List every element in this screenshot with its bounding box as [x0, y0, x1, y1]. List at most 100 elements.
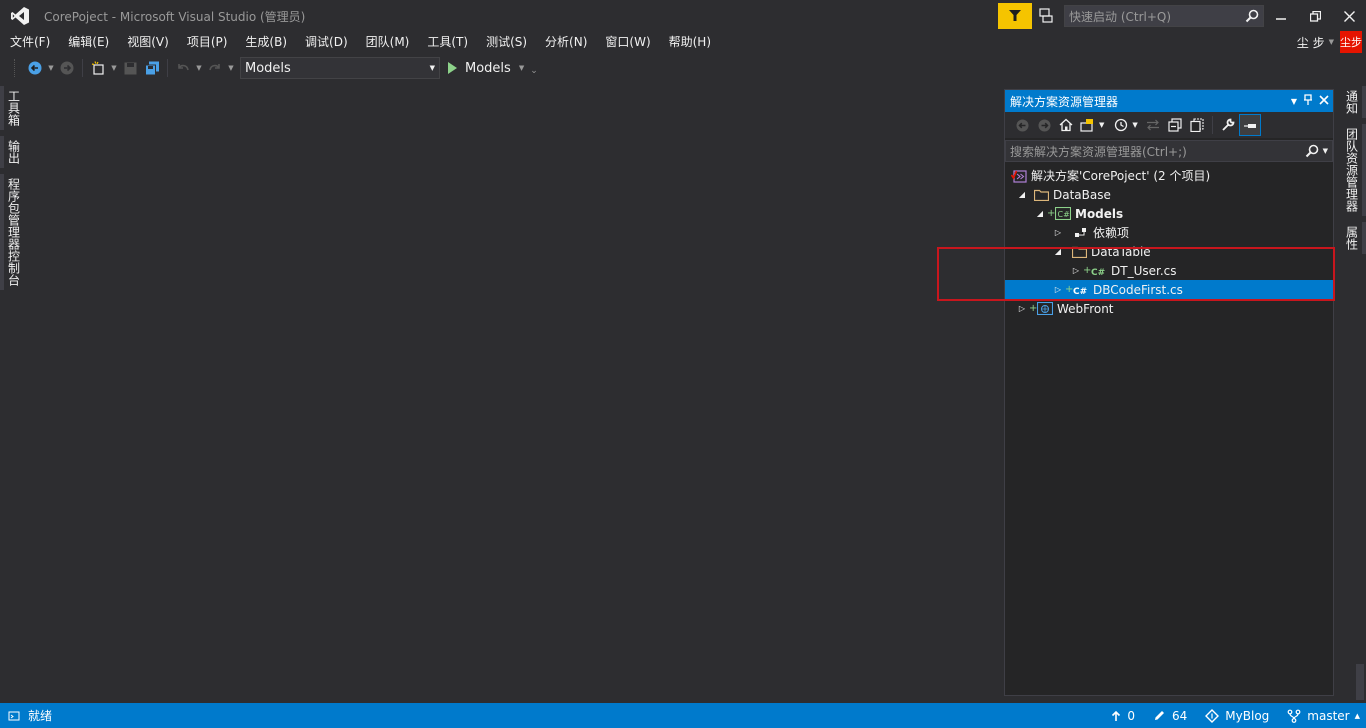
pending-changes-button[interactable]: 64	[1153, 709, 1187, 723]
minimize-button[interactable]	[1264, 2, 1298, 30]
web-project-icon	[1037, 302, 1053, 316]
menu-project[interactable]: 项目(P)	[178, 32, 237, 52]
notification-flag-icon[interactable]	[998, 3, 1032, 29]
package-manager-console-tab[interactable]: 程序包管理器控制台	[0, 174, 22, 290]
tree-item-webfront-project[interactable]: ▷ + WebFront	[1005, 299, 1333, 318]
startup-project-select[interactable]: Models ▼	[240, 57, 440, 79]
quick-launch-input[interactable]: 快速启动 (Ctrl+Q)	[1064, 5, 1264, 27]
window-position-dropdown-icon[interactable]: ▼	[1291, 97, 1297, 106]
svg-text:C#: C#	[1058, 210, 1071, 219]
menu-file[interactable]: 文件(F)	[0, 32, 59, 52]
menu-edit[interactable]: 编辑(E)	[59, 32, 118, 52]
tree-item-label: DT_User.cs	[1111, 263, 1177, 278]
svg-text:C#: C#	[1091, 268, 1105, 277]
preview-selected-items-button[interactable]	[1238, 114, 1261, 136]
repository-button[interactable]: MyBlog	[1205, 709, 1269, 723]
properties-button[interactable]	[1217, 114, 1239, 136]
redo-button[interactable]	[204, 57, 226, 79]
sync-with-document-button[interactable]	[1142, 114, 1164, 136]
forward-button[interactable]	[1033, 114, 1055, 136]
notifications-tab[interactable]: 通知	[1344, 86, 1366, 118]
back-button[interactable]	[1011, 114, 1033, 136]
user-name[interactable]: 尘 步	[1297, 34, 1325, 51]
close-button[interactable]	[1332, 2, 1366, 30]
expanded-arrow-icon[interactable]: ◢	[1015, 190, 1029, 199]
back-arrow-icon	[1016, 119, 1028, 131]
csharp-project-icon: C#	[1055, 207, 1071, 221]
toolbar-overflow-icon[interactable]: ⌄	[530, 66, 538, 76]
repository-name: MyBlog	[1225, 708, 1270, 723]
new-project-button[interactable]	[87, 57, 109, 79]
start-debugging-button[interactable]: Models ▼ ⌄	[448, 60, 538, 76]
chevron-down-icon[interactable]: ▼	[1323, 147, 1328, 155]
home-button[interactable]	[1055, 114, 1077, 136]
redo-icon	[209, 64, 220, 71]
menu-analyze[interactable]: 分析(N)	[536, 32, 596, 52]
branch-button[interactable]: master ▲	[1287, 709, 1360, 723]
tree-item-dbcodefirst-file[interactable]: ▷ + C# DBCodeFirst.cs	[1005, 280, 1333, 299]
feedback-icon[interactable]	[1032, 2, 1060, 30]
properties-tab[interactable]: 属性	[1344, 222, 1366, 254]
collapse-all-button[interactable]	[1164, 114, 1186, 136]
menu-build[interactable]: 生成(B)	[236, 32, 296, 52]
show-all-files-icon	[1190, 118, 1204, 132]
save-button[interactable]	[119, 57, 141, 79]
tree-item-dt-user-file[interactable]: ▷ + C# DT_User.cs	[1005, 261, 1333, 280]
save-all-button[interactable]	[141, 57, 163, 79]
tree-item-datatable-folder[interactable]: ◢ DataTable	[1005, 242, 1333, 261]
editor-area[interactable]	[22, 86, 1002, 700]
tree-item-solution[interactable]: 解决方案'CorePoject' (2 个项目)	[1005, 166, 1333, 185]
visual-studio-logo-icon[interactable]	[0, 0, 40, 32]
navigate-back-button[interactable]	[24, 57, 46, 79]
unpublished-commits-button[interactable]: 0	[1111, 709, 1135, 723]
menu-view[interactable]: 视图(V)	[118, 32, 178, 52]
collapsed-arrow-icon[interactable]: ▷	[1051, 285, 1065, 294]
menu-test[interactable]: 测试(S)	[477, 32, 536, 52]
chevron-down-icon[interactable]: ▼	[194, 57, 204, 79]
pending-add-icon: +	[1083, 265, 1092, 276]
menu-help[interactable]: 帮助(H)	[660, 32, 720, 52]
close-icon[interactable]	[1319, 94, 1329, 108]
pending-changes-filter-button[interactable]	[1110, 114, 1132, 136]
dependencies-icon	[1073, 226, 1089, 240]
switch-views-button[interactable]	[1077, 114, 1099, 136]
chevron-up-icon: ▲	[1354, 711, 1360, 720]
chevron-down-icon[interactable]: ▼	[1329, 38, 1334, 46]
expanded-arrow-icon[interactable]: ◢	[1051, 247, 1065, 256]
solution-explorer-search-input[interactable]: 搜索解决方案资源管理器(Ctrl+;) ▼	[1005, 140, 1333, 162]
chevron-down-icon[interactable]: ▼	[1132, 121, 1137, 129]
menu-window[interactable]: 窗口(W)	[596, 32, 659, 52]
chevron-down-icon[interactable]: ▼	[109, 57, 119, 79]
pending-add-icon: +	[1065, 284, 1074, 295]
save-all-icon	[144, 61, 159, 75]
collapsed-arrow-icon[interactable]: ▷	[1015, 304, 1029, 313]
chevron-down-icon[interactable]: ▼	[226, 57, 236, 79]
menu-tools[interactable]: 工具(T)	[418, 32, 477, 52]
tree-item-models-project[interactable]: ◢ + C# Models	[1005, 204, 1333, 223]
solution-explorer-title-bar[interactable]: 解决方案资源管理器 ▼	[1005, 90, 1333, 112]
output-tab[interactable]: 输出	[0, 136, 22, 168]
tree-item-dependencies[interactable]: ▷ 依赖项	[1005, 223, 1333, 242]
menu-team[interactable]: 团队(M)	[357, 32, 419, 52]
chevron-down-icon[interactable]: ▼	[519, 64, 524, 72]
collapsed-arrow-icon[interactable]: ▷	[1069, 266, 1083, 275]
scroll-grip[interactable]	[1356, 664, 1364, 700]
solution-explorer-panel: 解决方案资源管理器 ▼ ▼ ▼ 搜索解决方案资源管理器(Ctrl+;) ▼ 解决…	[1004, 89, 1334, 696]
team-explorer-tab[interactable]: 团队资源管理器	[1344, 124, 1366, 216]
search-icon	[1305, 144, 1318, 158]
avatar[interactable]: 尘步	[1340, 31, 1362, 53]
toolbox-tab[interactable]: 工具箱	[0, 86, 22, 130]
show-all-files-button[interactable]	[1186, 114, 1208, 136]
chevron-down-icon[interactable]: ▼	[1099, 121, 1104, 129]
tree-item-database-folder[interactable]: ◢ DataBase	[1005, 185, 1333, 204]
navigate-forward-button[interactable]	[56, 57, 78, 79]
restore-button[interactable]	[1298, 2, 1332, 30]
chevron-down-icon[interactable]: ▼	[46, 57, 56, 79]
pin-icon[interactable]	[1303, 93, 1313, 109]
expanded-arrow-icon[interactable]: ◢	[1033, 209, 1047, 218]
play-icon	[448, 62, 457, 74]
undo-button[interactable]	[172, 57, 194, 79]
menu-debug[interactable]: 调试(D)	[296, 32, 357, 52]
collapsed-arrow-icon[interactable]: ▷	[1051, 228, 1065, 237]
toolbar-grip[interactable]	[14, 59, 18, 77]
